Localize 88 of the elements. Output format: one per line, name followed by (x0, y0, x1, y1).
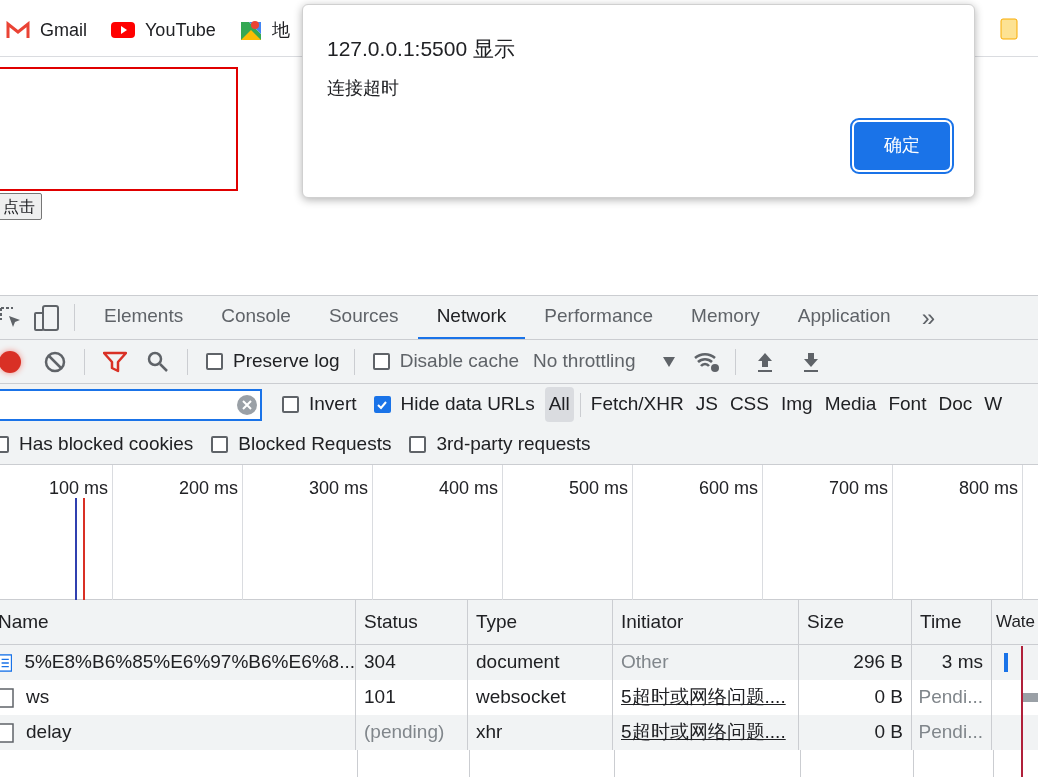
resource-type-filter[interactable]: Img (776, 387, 817, 422)
table-cell-text: 5%E8%B6%85%E6%97%B6%E6%8... (24, 650, 355, 675)
time-tick-label: 500 ms (568, 477, 628, 497)
record-button[interactable] (0, 350, 21, 373)
filter-option-checkbox[interactable] (211, 436, 229, 453)
table-cell-text: Pendi... (918, 720, 983, 745)
filter-option-label: Has blocked cookies (19, 432, 194, 457)
preserve-log-checkbox[interactable] (206, 353, 223, 370)
table-cell-text: 0 B (874, 720, 903, 745)
play-icon (111, 21, 135, 39)
inspect-icon[interactable] (0, 306, 22, 329)
hide-data-urls-checkbox[interactable] (373, 396, 391, 413)
waterfall-bar (1022, 693, 1038, 702)
time-tick-label: 100 ms (48, 477, 108, 497)
table-cell-text: (pending) (364, 720, 445, 745)
resource-type-filter[interactable]: Fetch/XHR (586, 387, 688, 422)
clear-input-icon[interactable] (236, 393, 258, 416)
resource-type-filter[interactable]: CSS (725, 387, 773, 422)
throttling-select[interactable]: No throttling (533, 347, 676, 376)
table-cell-text: websocket (476, 685, 566, 710)
document-icon (0, 652, 13, 673)
devtools-tab[interactable]: Performance (525, 296, 673, 339)
devtools-tab[interactable]: Sources (309, 296, 418, 339)
time-tick-label: 300 ms (308, 477, 368, 497)
search-icon[interactable] (147, 350, 169, 373)
devtools-tab[interactable]: Network (417, 296, 526, 339)
bookmark[interactable]: 地 (239, 16, 290, 44)
table-cell-text: 101 (364, 685, 396, 710)
time-tick-label: 800 ms (958, 477, 1018, 497)
resource-type-filter[interactable]: Doc (934, 387, 977, 422)
devtools-tab[interactable]: Memory (672, 296, 779, 339)
time-tick-label: 600 ms (698, 477, 758, 497)
time-tick-label: 400 ms (438, 477, 498, 497)
filter-field[interactable] (0, 388, 262, 421)
table-cell-text: Other (621, 650, 669, 675)
invert-checkbox[interactable] (282, 396, 299, 413)
bookmark[interactable]: Gmail (6, 16, 87, 44)
devtools-tab[interactable]: Elements (85, 296, 203, 339)
dialog-title: 127.0.0.1:5500 显示 (327, 36, 516, 62)
network-conditions-icon[interactable] (693, 350, 722, 373)
table-cell-text: 296 B (853, 650, 903, 675)
table-cell-text: document (476, 650, 560, 675)
disable-cache-label: Disable cache (399, 349, 519, 374)
invert-label: Invert (309, 392, 357, 417)
device-icon[interactable] (34, 304, 60, 331)
table-cell-text: Pendi... (918, 685, 983, 710)
download-icon[interactable] (802, 350, 821, 373)
column-header[interactable]: Name (0, 600, 355, 644)
table-cell-text: 0 B (874, 685, 903, 710)
click-button[interactable]: 点击 (0, 193, 42, 220)
more-tabs-button[interactable]: » (909, 296, 948, 339)
table-cell-text: ws (26, 685, 50, 710)
column-header[interactable]: Size (798, 600, 911, 644)
initiator-link[interactable]: 5超时或网络问题.... (621, 718, 786, 747)
devtools-tab[interactable]: Console (202, 296, 310, 339)
preserve-log-label: Preserve log (233, 349, 340, 374)
table-cell-text: delay (26, 720, 72, 745)
table-cell-text: xhr (476, 720, 503, 745)
waterfall-bar (1004, 653, 1008, 672)
column-header[interactable]: Status (355, 600, 467, 644)
clear-icon[interactable] (44, 350, 66, 373)
resource-type-filter[interactable]: All (544, 387, 574, 422)
column-header[interactable]: Initiator (612, 600, 798, 644)
resource-type-filter[interactable]: Font (884, 387, 931, 422)
bookmark[interactable]: YouTube (111, 16, 216, 44)
time-tick-label: 700 ms (828, 477, 888, 497)
initiator-link[interactable]: 5超时或网络问题.... (621, 683, 786, 712)
mail-icon (6, 21, 30, 39)
dialog-message: 连接超时 (327, 76, 400, 100)
column-header[interactable]: Type (467, 600, 612, 644)
filter-icon[interactable] (103, 350, 127, 373)
table-cell-text: 3 ms (941, 650, 983, 675)
time-tick-label: 200 ms (178, 477, 238, 497)
file-icon (0, 722, 14, 743)
dropdown-icon (663, 356, 676, 367)
resource-type-filter[interactable]: Media (820, 387, 881, 422)
filter-option-checkbox[interactable] (409, 436, 427, 453)
column-header[interactable]: Time (911, 600, 991, 644)
column-header[interactable]: Wate (991, 600, 1038, 644)
resource-type-filter[interactable]: JS (691, 387, 722, 422)
map-icon (239, 19, 262, 41)
devtools-tab[interactable]: Application (778, 296, 910, 339)
disable-cache-checkbox[interactable] (372, 353, 390, 370)
hide-data-urls-label: Hide data URLs (400, 392, 535, 417)
filter-option-label: Blocked Requests (238, 432, 392, 457)
table-cell-text: 304 (364, 650, 396, 675)
filter-option-label: 3rd-party requests (436, 432, 591, 457)
resource-type-filter[interactable]: W (980, 387, 1007, 422)
